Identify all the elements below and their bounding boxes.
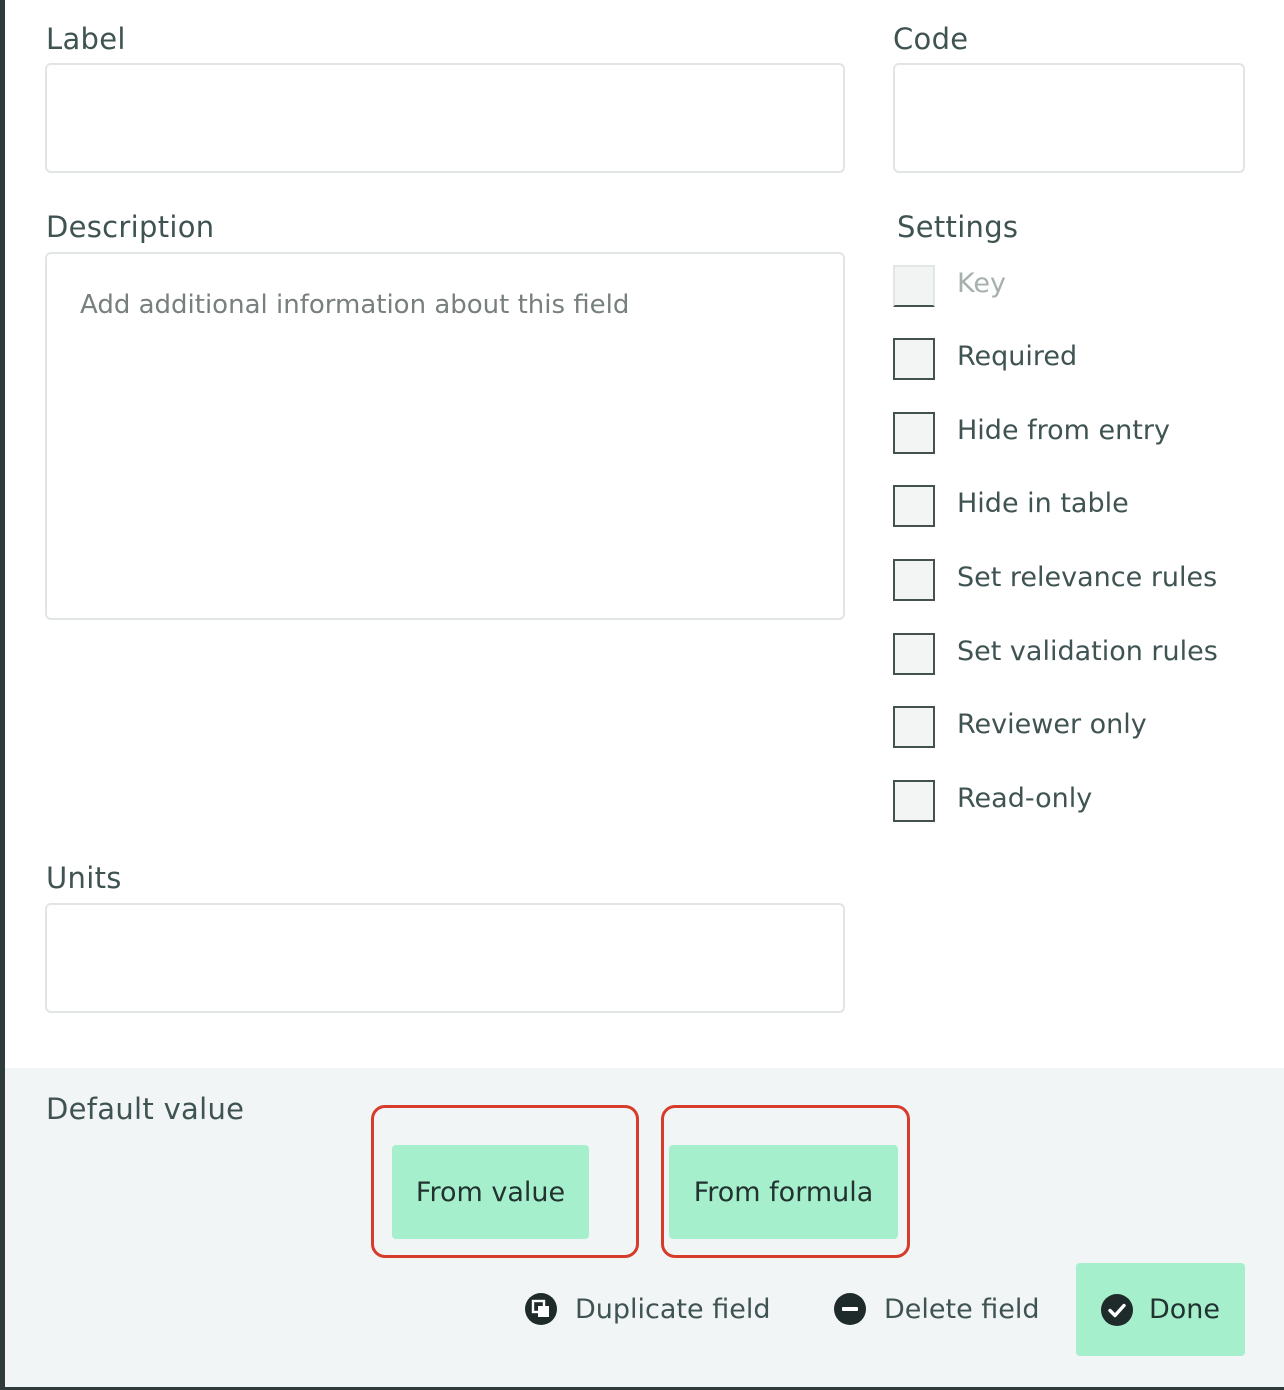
setting-required[interactable]: Required — [893, 338, 1273, 380]
default-value-title: Default value — [46, 1092, 245, 1126]
settings-title: Settings — [897, 210, 1019, 244]
done-button[interactable]: Done — [1076, 1263, 1245, 1356]
setting-set-validation-rules[interactable]: Set validation rules — [893, 633, 1273, 675]
required-checkbox[interactable] — [893, 338, 935, 380]
key-checkbox — [893, 265, 935, 307]
setting-read-only[interactable]: Read-only — [893, 780, 1273, 822]
set-relevance-rules-label[interactable]: Set relevance rules — [957, 562, 1217, 593]
setting-hide-in-table[interactable]: Hide in table — [893, 485, 1273, 527]
duplicate-field-label: Duplicate field — [575, 1293, 771, 1325]
reviewer-only-checkbox[interactable] — [893, 706, 935, 748]
key-label: Key — [957, 268, 1006, 299]
description-placeholder: Add additional information about this fi… — [80, 290, 630, 320]
set-validation-rules-label[interactable]: Set validation rules — [957, 636, 1218, 667]
description-textarea[interactable]: Add additional information about this fi… — [45, 252, 845, 620]
duplicate-field-button[interactable]: Duplicate field — [525, 1288, 770, 1330]
from-value-button[interactable]: From value — [392, 1145, 589, 1239]
hide-from-entry-checkbox[interactable] — [893, 412, 935, 454]
set-validation-rules-checkbox[interactable] — [893, 633, 935, 675]
units-input[interactable] — [45, 903, 845, 1013]
description-field-title: Description — [46, 210, 215, 244]
required-label[interactable]: Required — [957, 341, 1077, 372]
reviewer-only-label[interactable]: Reviewer only — [957, 709, 1147, 740]
delete-field-button[interactable]: Delete field — [834, 1288, 1040, 1330]
setting-set-relevance-rules[interactable]: Set relevance rules — [893, 559, 1273, 601]
check-circle-icon — [1100, 1293, 1133, 1326]
delete-field-label: Delete field — [884, 1293, 1040, 1325]
code-input[interactable] — [893, 63, 1245, 173]
done-label: Done — [1148, 1294, 1221, 1325]
set-relevance-rules-checkbox[interactable] — [893, 559, 935, 601]
minus-circle-icon — [834, 1293, 866, 1325]
setting-hide-from-entry[interactable]: Hide from entry — [893, 412, 1273, 454]
units-field-title: Units — [46, 861, 122, 895]
setting-reviewer-only[interactable]: Reviewer only — [893, 706, 1273, 748]
hide-in-table-label[interactable]: Hide in table — [957, 488, 1129, 519]
hide-in-table-checkbox[interactable] — [893, 485, 935, 527]
code-field-title: Code — [893, 22, 969, 56]
from-formula-button[interactable]: From formula — [669, 1145, 898, 1239]
read-only-label[interactable]: Read-only — [957, 783, 1092, 814]
hide-from-entry-label[interactable]: Hide from entry — [957, 415, 1170, 446]
read-only-checkbox[interactable] — [893, 780, 935, 822]
setting-key: Key — [893, 265, 1273, 307]
label-field-title: Label — [46, 22, 126, 56]
label-input[interactable] — [45, 63, 845, 173]
duplicate-icon — [525, 1293, 557, 1325]
